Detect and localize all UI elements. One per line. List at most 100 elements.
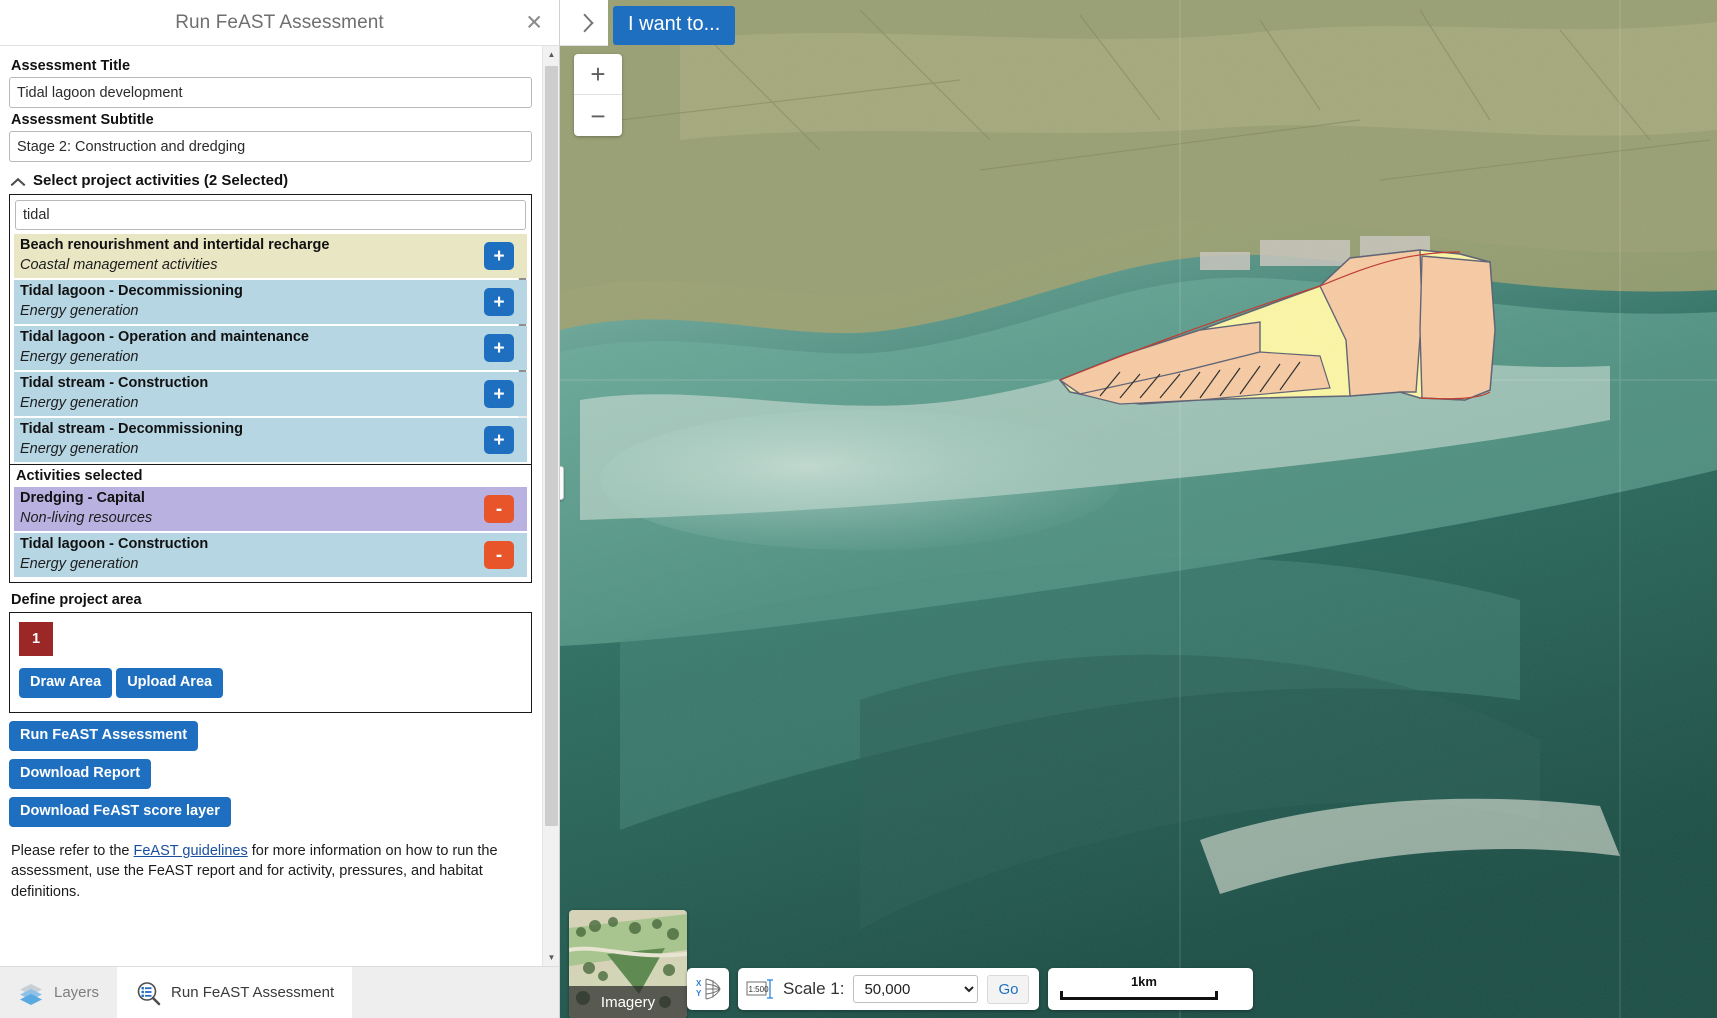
activities-selected-heading: Activities selected [16, 468, 143, 484]
close-icon[interactable]: ✕ [525, 12, 543, 33]
assessment-subtitle-input[interactable] [9, 131, 532, 162]
activity-category: Energy generation [20, 440, 139, 457]
activity-row[interactable]: Beach renourishment and intertidal recha… [14, 234, 527, 278]
activity-row-texts: Tidal lagoon - Construction Energy genera… [14, 533, 480, 577]
activity-category: Energy generation [20, 555, 139, 572]
layers-icon [18, 980, 44, 1006]
add-activity-button[interactable]: + [484, 380, 514, 408]
collapse-panel-button[interactable] [560, 0, 608, 46]
svg-text:1:500: 1:500 [749, 985, 770, 994]
map-bottom-toolbar: XY 1:500 Scale 1: 50,000 Go 1km [687, 968, 1254, 1010]
svg-text:X: X [696, 979, 702, 988]
activity-category: Energy generation [20, 302, 139, 319]
scroll-down-arrow-icon[interactable]: ▼ [543, 949, 560, 966]
select-activities-label: Select project activities (2 Selected) [33, 172, 289, 189]
activity-row[interactable]: Tidal lagoon - Operation and maintenance… [14, 326, 527, 370]
tab-layers[interactable]: Layers [0, 967, 117, 1018]
activity-category: Non-living resources [20, 509, 153, 526]
download-report-button[interactable]: Download Report [9, 758, 152, 789]
zoom-in-button[interactable]: + [574, 54, 622, 95]
run-feast-assessment-button[interactable]: Run FeAST Assessment [9, 720, 199, 751]
panel-titlebar: Run FeAST Assessment ✕ [0, 0, 559, 46]
activity-row[interactable]: Tidal lagoon - Construction Energy genera… [14, 533, 527, 577]
upload-area-button[interactable]: Upload Area [116, 668, 224, 698]
activity-row-texts: Beach renourishment and intertidal recha… [14, 234, 480, 278]
area-button-row: Draw Area Upload Area [19, 668, 522, 698]
scroll-up-arrow-icon[interactable]: ▲ [543, 46, 560, 63]
define-project-area-box: 1 Draw Area Upload Area [9, 612, 532, 713]
activity-category: Energy generation [20, 348, 139, 365]
activity-row[interactable]: Dredging - Capital Non-living resources - [14, 487, 527, 531]
activity-row-texts: Tidal stream - Construction Energy genera… [14, 372, 480, 416]
chevron-up-icon [11, 176, 26, 186]
panel-tab-bar: Layers Run FeAST Assessment [0, 966, 559, 1018]
tab-run-feast-assessment-label: Run FeAST Assessment [171, 984, 335, 1001]
map-view[interactable]: I want to... + − Imagery X Y 1:500 Scale… [560, 0, 1717, 1018]
activity-row[interactable]: Tidal stream - Decommissioning Energy gen… [14, 418, 527, 462]
scale-bar-label: 1km [1130, 974, 1157, 989]
tab-layers-label: Layers [54, 984, 100, 1001]
define-project-area-label: Define project area [11, 592, 142, 608]
assessment-panel: Run FeAST Assessment ✕ Assessment Title … [0, 0, 560, 1018]
activities-selected-box: Activities selected Dredging - Capital No… [9, 465, 532, 583]
page-title: Run FeAST Assessment [175, 11, 384, 33]
tab-run-feast-assessment[interactable]: Run FeAST Assessment [117, 967, 353, 1018]
activity-row-texts: Tidal stream - Decommissioning Energy gen… [14, 418, 480, 462]
activities-available-box: Beach renourishment and intertidal recha… [9, 194, 532, 465]
panel-body: Assessment Title Assessment Subtitle Sel… [0, 46, 559, 966]
assessment-subtitle-label: Assessment Subtitle [11, 112, 154, 128]
activity-name: Dredging - Capital [20, 490, 145, 507]
panel-resize-handle[interactable] [560, 466, 564, 500]
activity-name: Tidal lagoon - Construction [20, 536, 209, 553]
activity-row[interactable]: Tidal lagoon - Decommissioning Energy gen… [14, 280, 527, 324]
svg-text:Y: Y [696, 989, 702, 998]
panel-scroll-region: Assessment Title Assessment Subtitle Sel… [0, 46, 542, 966]
add-activity-button[interactable]: + [484, 426, 514, 454]
i-want-to-button[interactable]: I want to... [613, 6, 736, 45]
scale-control: 1:500 Scale 1: 50,000 Go [738, 968, 1040, 1010]
xy-coordinates-button[interactable]: XY [687, 968, 729, 1010]
scale-bar-line [1060, 991, 1219, 1000]
scale-go-button[interactable]: Go [987, 974, 1030, 1004]
basemap-selector[interactable]: Imagery [569, 910, 687, 1018]
activity-category: Energy generation [20, 394, 139, 411]
add-activity-button[interactable]: + [484, 334, 514, 362]
panel-scrollbar-thumb[interactable] [545, 66, 558, 826]
activity-row[interactable]: Tidal stream - Construction Energy genera… [14, 372, 527, 416]
assessment-title-label: Assessment Title [11, 58, 131, 74]
add-activity-button[interactable]: + [484, 242, 514, 270]
add-activity-button[interactable]: + [484, 288, 514, 316]
activity-search-row [14, 199, 527, 234]
feast-guidelines-link[interactable]: FeAST guidelines [134, 843, 248, 859]
select-activities-toggle[interactable]: Select project activities (2 Selected) [11, 172, 532, 189]
helper-text: Please refer to the FeAST guidelines for… [11, 841, 530, 903]
activity-category: Coastal management activities [20, 256, 218, 273]
selected-activities-list: Dredging - Capital Non-living resources - T… [14, 487, 527, 577]
activity-name: Tidal lagoon - Operation and maintenance [20, 329, 309, 346]
activity-row-texts: Dredging - Capital Non-living resources [14, 487, 480, 531]
download-score-layer-button[interactable]: Download FeAST score layer [9, 796, 231, 827]
chevron-left-icon [578, 13, 591, 33]
activity-row-texts: Tidal lagoon - Operation and maintenance… [14, 326, 480, 370]
available-activities-list: Beach renourishment and intertidal recha… [14, 234, 527, 464]
helper-prefix: Please refer to the [11, 842, 134, 859]
zoom-out-button[interactable]: − [574, 95, 622, 136]
activity-name: Tidal lagoon - Decommissioning [20, 283, 243, 300]
remove-activity-button[interactable]: - [484, 495, 514, 523]
activity-row-texts: Tidal lagoon - Decommissioning Energy gen… [14, 280, 480, 324]
remove-activity-button[interactable]: - [484, 541, 514, 569]
activity-search-input[interactable] [15, 200, 526, 230]
zoom-controls: + − [574, 54, 622, 136]
map-imagery [560, 0, 1717, 1018]
assessment-title-input[interactable] [9, 77, 532, 108]
activity-name: Tidal stream - Construction [20, 375, 209, 392]
scale-ratio-icon: 1:500 [746, 979, 773, 999]
activity-name: Tidal stream - Decommissioning [20, 421, 243, 438]
scale-select[interactable]: 50,000 [853, 975, 979, 1003]
xy-coordinates-icon: XY [696, 978, 721, 1000]
area-count-badge: 1 [19, 622, 53, 656]
scale-label: Scale 1: [783, 979, 845, 998]
scale-bar: 1km [1048, 968, 1254, 1010]
panel-scrollbar[interactable]: ▲ ▼ [542, 46, 559, 966]
draw-area-button[interactable]: Draw Area [19, 668, 113, 698]
